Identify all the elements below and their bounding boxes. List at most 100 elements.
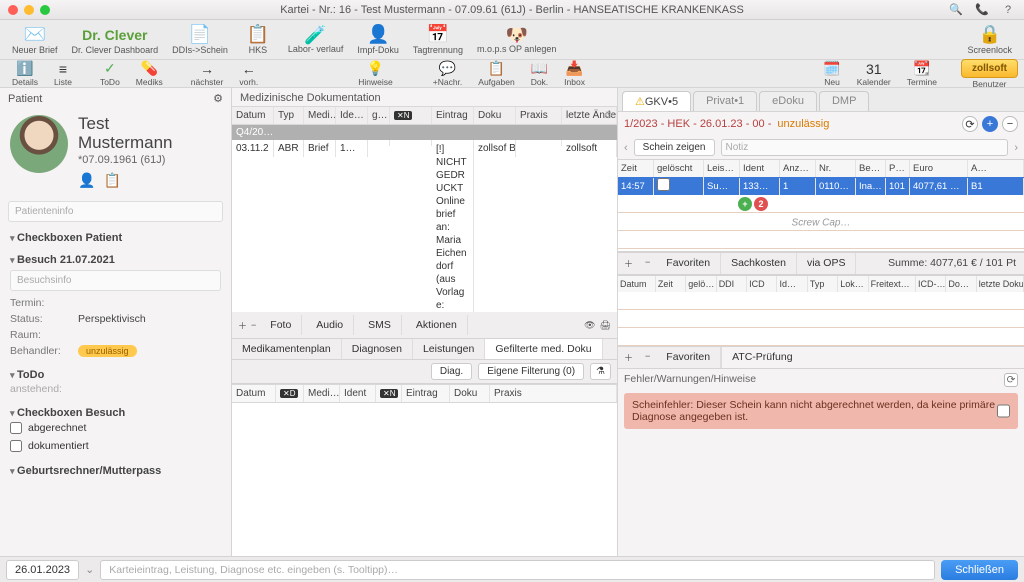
minus-icon[interactable]: − xyxy=(639,253,656,274)
aufgaben-button[interactable]: 📋Aufgaben xyxy=(472,60,520,87)
dok-button[interactable]: 📖Dok. xyxy=(525,60,554,87)
clipboard-icon[interactable]: 📋 xyxy=(103,172,120,189)
sachkosten-tab[interactable]: Sachkosten xyxy=(721,253,797,274)
chevron-down-icon[interactable]: ⌄ xyxy=(85,563,94,576)
vorh-button[interactable]: ←vorh. xyxy=(233,61,264,87)
patient-lastname: Mustermann xyxy=(78,134,172,153)
liste-button[interactable]: ≡Liste xyxy=(48,61,78,87)
foto-tab[interactable]: Foto xyxy=(260,315,302,335)
checkboxen-patient-header[interactable]: Checkboxen Patient xyxy=(10,232,221,244)
besuchsinfo-input[interactable]: Besuchsinfo xyxy=(10,270,221,291)
medplan-tab[interactable]: Medikamentenplan xyxy=(232,339,342,359)
drclever-logo[interactable]: Dr. CleverDr. Clever Dashboard xyxy=(66,23,165,57)
eigene-filterung-button[interactable]: Eigene Filterung (0) xyxy=(478,363,584,380)
favoriten2-tab[interactable]: Favoriten xyxy=(656,347,721,368)
eye-icon[interactable]: 👁 xyxy=(584,320,595,331)
gefilterte-tab[interactable]: Gefilterte med. Doku xyxy=(485,339,602,359)
dokumentation-panel: Medizinische Dokumentation Datum Typ Med… xyxy=(232,88,618,556)
close-window[interactable] xyxy=(8,5,18,15)
geburtsrechner-header[interactable]: Geburtsrechner/Mutterpass xyxy=(10,465,221,477)
maximize-window[interactable] xyxy=(40,5,50,15)
todo-button[interactable]: ✓ToDo xyxy=(94,60,126,87)
karteieintrag-input[interactable]: Karteieintrag, Leistung, Diagnose etc. e… xyxy=(100,560,935,580)
hinweise-button[interactable]: 💡Hinweise xyxy=(352,60,399,87)
gear-icon[interactable]: ⚙ xyxy=(604,110,613,121)
refresh-icon[interactable]: ⟳ xyxy=(962,116,978,132)
diagnosen-tab[interactable]: Diagnosen xyxy=(342,339,413,359)
labor-button[interactable]: 🧪Labor- verlauf xyxy=(282,23,350,56)
todo-header[interactable]: ToDo xyxy=(10,369,221,381)
plus-icon[interactable]: ＋ xyxy=(238,319,247,332)
filter-icon[interactable]: ⚗ xyxy=(590,363,611,380)
neu-button[interactable]: 🗓️Neu xyxy=(817,60,846,87)
diag-button[interactable]: Diag. xyxy=(431,363,472,380)
schliessen-button[interactable]: Schließen xyxy=(941,560,1018,580)
add-icon[interactable]: + xyxy=(982,116,998,132)
cb-dokumentiert[interactable]: dokumentiert xyxy=(10,437,221,455)
fehler-header: Fehler/Warnungen/Hinweise xyxy=(624,373,756,387)
doku-row-selected[interactable]: Q4/20… xyxy=(232,125,617,140)
tab-gkv[interactable]: ⚠GKV•5 xyxy=(622,91,691,111)
marker-plus-icon[interactable]: + xyxy=(738,197,752,211)
notiz-input[interactable]: Notiz xyxy=(721,139,1009,156)
atc-pruefung-button[interactable]: ATC-Prüfung xyxy=(721,347,1024,368)
schein-status: unzulässig xyxy=(777,118,829,130)
zollsoft-badge[interactable]: zollsoft xyxy=(961,59,1018,78)
leistung-row-selected[interactable]: 14:57 Su… 133… 1 0110… Ina… 101 4077,61 … xyxy=(618,177,1024,195)
marker-2-badge[interactable]: 2 xyxy=(754,197,768,211)
schein-zeigen-button[interactable]: Schein zeigen xyxy=(634,139,715,156)
mops-button[interactable]: 🐶m.o.p.s OP anlegen xyxy=(471,23,562,56)
hks-button[interactable]: 📋HKS xyxy=(236,23,280,57)
minus-icon[interactable]: − xyxy=(251,320,256,330)
date-field[interactable]: 26.01.2023 xyxy=(6,560,79,580)
inbox-button[interactable]: 📥Inbox xyxy=(558,60,591,87)
via-ops-tab[interactable]: via OPS xyxy=(797,253,857,274)
plus-icon[interactable]: ＋ xyxy=(618,347,639,368)
remove-icon[interactable]: − xyxy=(1002,116,1018,132)
tab-dmp[interactable]: DMP xyxy=(819,91,869,111)
checkboxen-besuch-header[interactable]: Checkboxen Besuch xyxy=(10,407,221,419)
plus-icon[interactable]: ＋ xyxy=(618,253,639,274)
tab-privat[interactable]: Privat•1 xyxy=(693,91,757,111)
help-icon[interactable]: ? xyxy=(1000,2,1016,18)
error-message: Scheinfehler: Dieser Schein kann nicht a… xyxy=(624,393,1018,429)
window-title: Kartei - Nr.: 16 - Test Mustermann - 07.… xyxy=(280,4,744,16)
minimize-window[interactable] xyxy=(24,5,34,15)
error-checkbox[interactable] xyxy=(997,399,1010,423)
gear-icon[interactable]: ⚙ xyxy=(213,92,223,105)
search-icon[interactable]: 🔍 xyxy=(948,2,964,18)
naechster-button[interactable]: →nächster xyxy=(185,61,230,87)
mediks-button[interactable]: 💊Mediks xyxy=(130,60,169,87)
termine-button[interactable]: 📆Termine xyxy=(901,60,943,87)
window-titlebar: Kartei - Nr.: 16 - Test Mustermann - 07.… xyxy=(0,0,1024,20)
tagtrennung-button[interactable]: 📅Tagtrennung xyxy=(407,23,469,57)
impfdoku-button[interactable]: 👤Impf-Doku xyxy=(351,23,405,57)
kalender-button[interactable]: 31Kalender xyxy=(851,61,897,87)
ddis-schein-button[interactable]: 📄DDIs->Schein xyxy=(166,23,234,57)
screenlock-button[interactable]: 🔒Screenlock xyxy=(961,23,1018,57)
nachr-button[interactable]: 💬+Nachr. xyxy=(427,60,469,87)
patienteninfo-input[interactable]: Patienteninfo xyxy=(8,201,223,222)
chevron-left-icon[interactable]: ‹ xyxy=(624,142,628,154)
doku-row[interactable]: 03.11.2 ABR Brief 1… [!] NICHT GEDR UCKT… xyxy=(232,140,617,312)
print-icon[interactable]: 🖨 xyxy=(600,320,611,331)
doku-header: Medizinische Dokumentation xyxy=(232,88,617,106)
patient-header-label: Patient xyxy=(8,93,42,105)
sms-tab[interactable]: SMS xyxy=(358,315,402,335)
refresh-icon[interactable]: ⟳ xyxy=(1004,373,1018,387)
doku-table-header: Datum Typ Medi… Ide… g… ✕N Eintrag Doku … xyxy=(232,106,617,125)
row-checkbox[interactable] xyxy=(657,178,670,191)
details-button[interactable]: ℹ️Details xyxy=(6,60,44,87)
phone-icon[interactable]: 📞 xyxy=(974,2,990,18)
chevron-right-icon[interactable]: › xyxy=(1014,142,1018,154)
leistungen-tab[interactable]: Leistungen xyxy=(413,339,485,359)
aktionen-tab[interactable]: Aktionen xyxy=(406,315,468,335)
audio-tab[interactable]: Audio xyxy=(306,315,354,335)
besuch-header[interactable]: Besuch 21.07.2021 xyxy=(10,254,221,266)
minus-icon[interactable]: − xyxy=(639,347,656,368)
neuer-brief-button[interactable]: ✉️Neuer Brief xyxy=(6,23,64,57)
tab-edoku[interactable]: eDoku xyxy=(759,91,817,111)
cb-abgerechnet[interactable]: abgerechnet xyxy=(10,419,221,437)
person-add-icon[interactable]: 👤 xyxy=(78,172,95,189)
favoriten-tab[interactable]: Favoriten xyxy=(656,253,721,274)
